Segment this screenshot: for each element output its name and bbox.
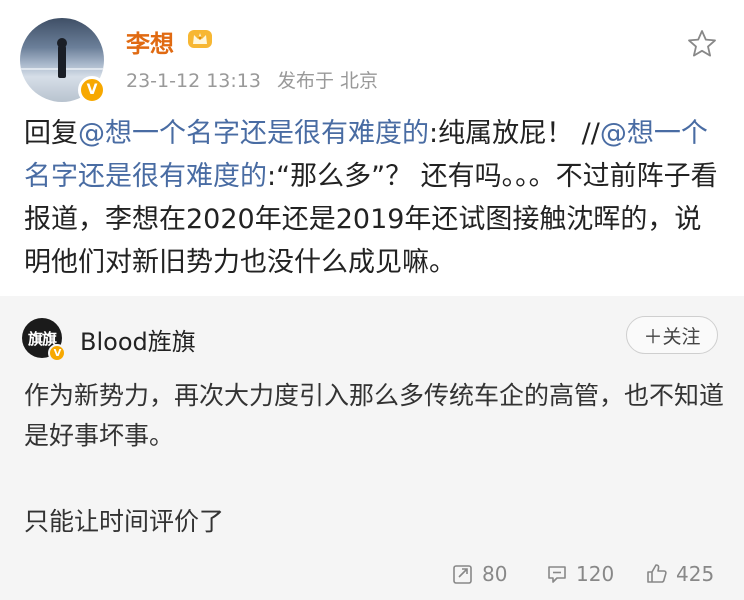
post-meta: 23-1-12 13:13 发布于 北京 xyxy=(126,66,388,93)
verified-badge-icon: V xyxy=(48,344,66,362)
original-paragraph: 只能让时间评价了 xyxy=(24,507,225,536)
comment-count: 120 xyxy=(576,562,615,586)
star-icon[interactable] xyxy=(686,28,718,60)
original-post-text: 作为新势力，再次大力度引入那么多传统车企的高管，也不知道是好事坏事。 只能让时间… xyxy=(24,376,724,542)
post-location: 发布于 北京 xyxy=(277,70,379,92)
comment-icon xyxy=(548,566,566,583)
reply-prefix: 回复 xyxy=(24,118,78,149)
thumbs-up-icon xyxy=(647,564,667,583)
content-text: :纯属放屁！ // xyxy=(429,118,600,149)
action-bar: 80 120 425 xyxy=(0,562,744,588)
mention-link[interactable]: @想一个名字还是很有难度的 xyxy=(78,118,429,149)
verified-badge-icon: V xyxy=(78,76,106,104)
author-avatar[interactable]: V xyxy=(20,18,106,104)
repost-button[interactable]: 80 xyxy=(452,562,507,586)
like-count: 425 xyxy=(676,562,715,586)
author-name[interactable]: 李想 xyxy=(126,24,174,59)
repost-icon xyxy=(453,565,472,584)
original-paragraph: 作为新势力，再次大力度引入那么多传统车企的高管，也不知道是好事坏事。 xyxy=(24,381,725,450)
post-content: 回复@想一个名字还是很有难度的:纯属放屁！ //@想一个名字还是很有难度的:“那… xyxy=(24,112,724,284)
original-post-card[interactable]: 旗旗 V Blood旌旗 ＋关注 作为新势力，再次大力度引入那么多传统车企的高管… xyxy=(0,296,744,600)
repost-count: 80 xyxy=(482,562,508,586)
post-timestamp: 23-1-12 13:13 xyxy=(126,70,261,92)
original-author-name[interactable]: Blood旌旗 xyxy=(80,322,196,357)
crown-icon xyxy=(188,30,212,48)
comment-button[interactable]: 120 xyxy=(546,562,614,586)
original-author-avatar[interactable]: 旗旗 V xyxy=(22,318,66,362)
follow-button[interactable]: ＋关注 xyxy=(626,316,718,354)
like-button[interactable]: 425 xyxy=(646,562,714,586)
